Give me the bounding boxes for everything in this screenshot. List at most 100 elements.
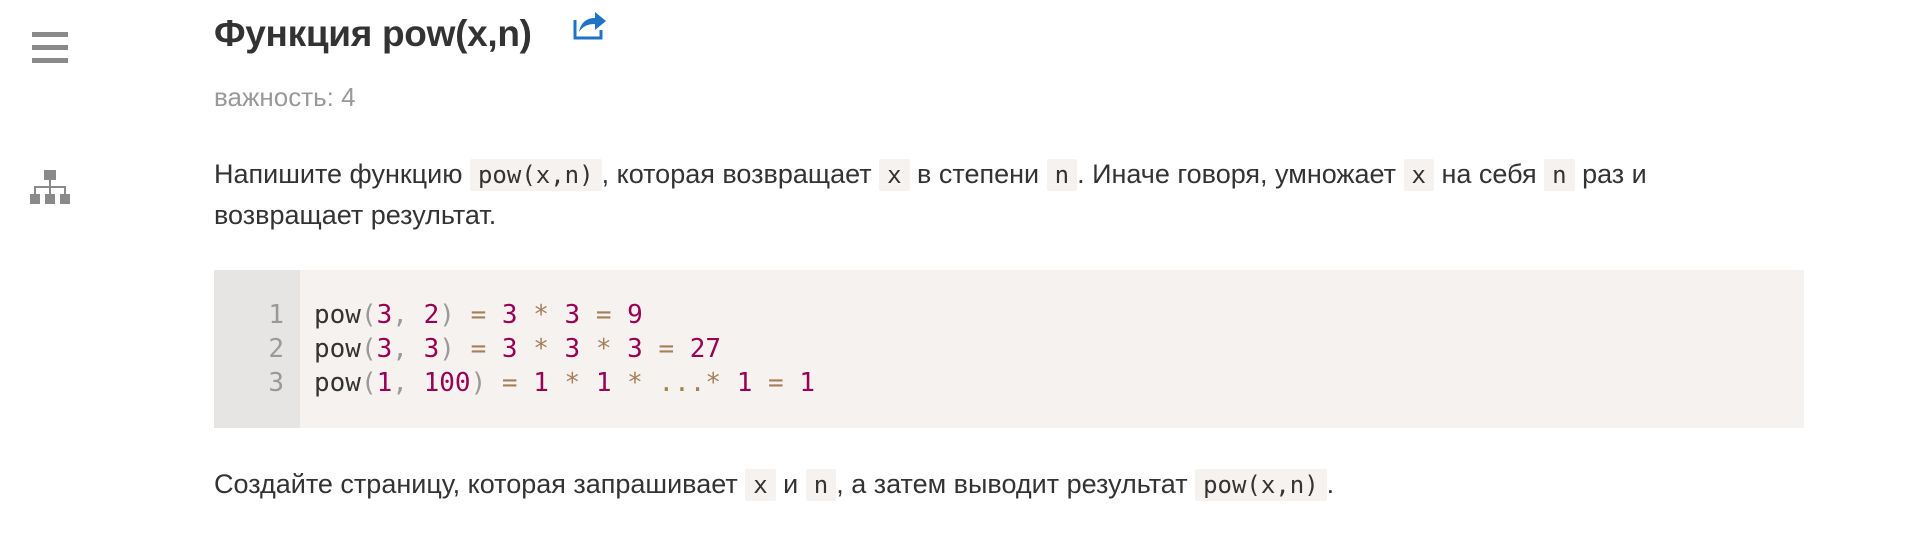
task-page: Функция pow(x,n) важность: 4 Напишите фу… — [0, 0, 1912, 534]
line-number-gutter: 1 2 3 — [214, 270, 300, 428]
code-token: pow — [314, 300, 361, 330]
code-line: pow(1, 100) = 1 * 1 * ...* 1 = 1 — [314, 366, 815, 400]
code-token: = — [470, 334, 487, 364]
code-token: = — [470, 300, 487, 330]
share-icon — [573, 10, 607, 45]
code-token: ( — [360, 368, 377, 398]
line-number: 1 — [268, 300, 284, 330]
description-text: Напишите функцию — [214, 159, 470, 189]
code-token: , — [392, 300, 408, 330]
sitemap-button[interactable] — [28, 168, 72, 212]
code-token: = — [501, 368, 518, 398]
code-line: pow(3, 2) = 3 * 3 = 9 — [314, 298, 815, 332]
inline-code: n — [1046, 159, 1078, 191]
menu-button[interactable] — [28, 28, 72, 72]
code-token: 3 — [376, 334, 393, 364]
code-token: 3 — [564, 300, 581, 330]
code-token: 3 — [564, 334, 581, 364]
code-token: * — [705, 368, 722, 398]
code-token: 3 — [501, 334, 518, 364]
code-token: = — [658, 334, 675, 364]
code-token: 3 — [423, 334, 440, 364]
code-token: ) — [470, 368, 487, 398]
code-token: ( — [360, 334, 377, 364]
inline-code: x — [1403, 159, 1434, 191]
description-text: в степени — [909, 159, 1047, 189]
instruction-text: . — [1326, 469, 1335, 499]
code-token: 1 — [595, 368, 612, 398]
task-description: Напишите функцию pow(x,n), которая возвр… — [214, 154, 1794, 235]
inline-code: n — [805, 469, 837, 501]
inline-code: x — [879, 159, 910, 191]
code-token: 3 — [627, 334, 643, 364]
code-token: = — [768, 368, 784, 398]
code-token: 1 — [736, 368, 753, 398]
task-instruction: Создайте страницу, которая запрашивает x… — [214, 464, 1794, 505]
code-token: 27 — [689, 334, 722, 364]
description-text: , которая возвращает — [601, 159, 880, 189]
code-token: 3 — [501, 300, 518, 330]
inline-code: pow(x,n) — [1195, 469, 1327, 501]
sitemap-icon — [30, 169, 70, 211]
share-link[interactable] — [572, 11, 608, 43]
code-token: 9 — [627, 300, 643, 330]
code-token: 3 — [376, 300, 393, 330]
code-token: ) — [439, 334, 455, 364]
instruction-text: , а затем выводит результат — [836, 469, 1196, 499]
code-token: 1 — [533, 368, 549, 398]
code-token: * — [627, 368, 643, 398]
inline-code: n — [1544, 159, 1575, 191]
code-token: , — [392, 334, 408, 364]
code-token: * — [595, 334, 612, 364]
code-token: * — [564, 368, 581, 398]
line-number: 2 — [268, 334, 284, 364]
code-token: ( — [360, 300, 377, 330]
code-token: pow — [314, 334, 361, 364]
code-lines: pow(3, 2) = 3 * 3 = 9 pow(3, 3) = 3 * 3 *… — [300, 270, 815, 428]
inline-code: pow(x,n) — [469, 159, 602, 191]
code-token: ... — [658, 368, 706, 398]
code-example: 1 2 3 pow(3, 2) = 3 * 3 = 9 pow(3, 3) = 3… — [214, 270, 1804, 428]
code-token: * — [533, 334, 549, 364]
code-line: pow(3, 3) = 3 * 3 * 3 = 27 — [314, 332, 815, 366]
line-number: 3 — [268, 368, 284, 398]
hamburger-menu-icon — [32, 31, 68, 69]
code-token: , — [392, 368, 408, 398]
code-token: 1 — [376, 368, 393, 398]
task-title: Функция pow(x,n) — [214, 13, 532, 54]
inline-code: x — [745, 469, 776, 501]
instruction-text: Создайте страницу, которая запрашивает — [214, 469, 746, 499]
code-token: 2 — [423, 300, 440, 330]
description-text: на себя — [1433, 159, 1545, 189]
code-token: ) — [439, 300, 455, 330]
code-token: * — [533, 300, 549, 330]
code-token: pow — [314, 368, 361, 398]
code-token: 100 — [423, 368, 471, 398]
description-text: . Иначе говоря, умножает — [1077, 159, 1404, 189]
code-token: 1 — [799, 368, 815, 398]
instruction-text: и — [775, 469, 806, 499]
